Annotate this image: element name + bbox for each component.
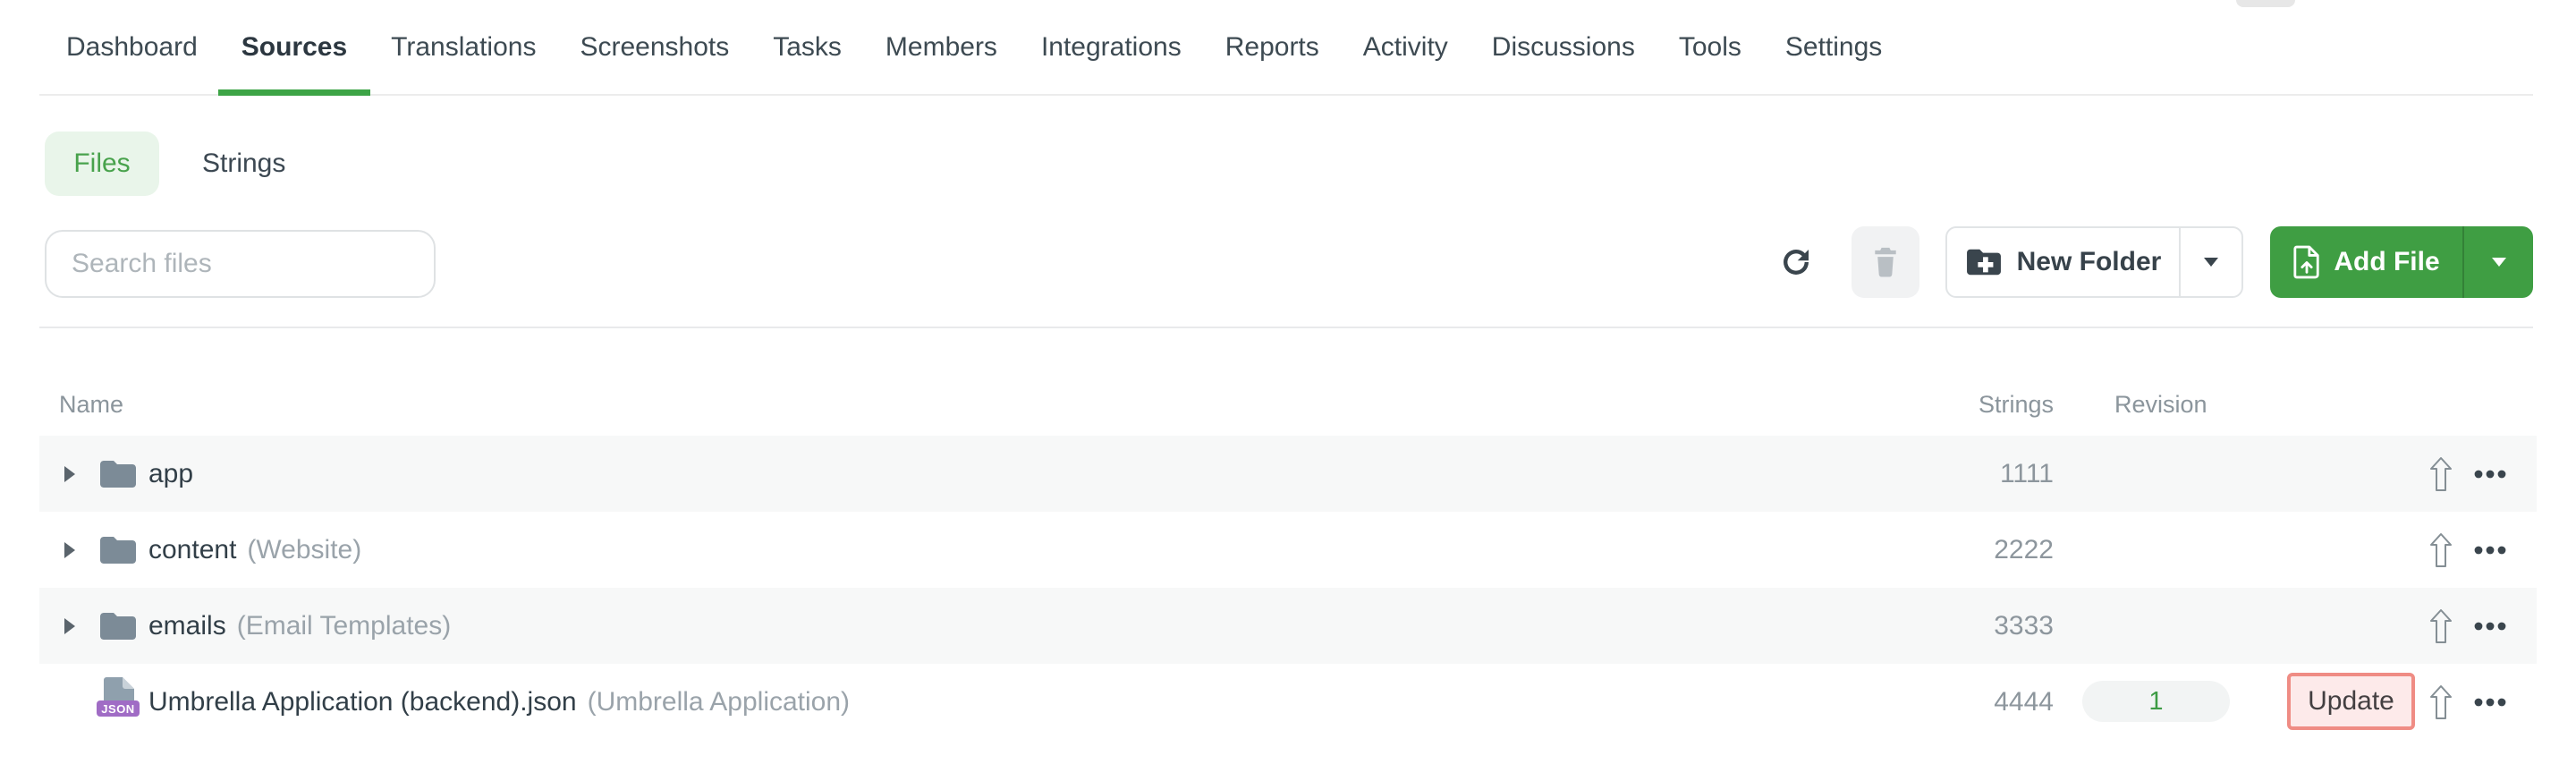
files-table: app 1111 content (Website) 2222 emails (… (39, 436, 2537, 740)
nav-tab-reports[interactable]: Reports (1225, 0, 1319, 94)
view-toggle-strings[interactable]: Strings (202, 132, 285, 196)
json-file-icon: JSON (97, 664, 141, 740)
file-name: Umbrella Application (backend).json (148, 686, 577, 717)
nav-tab-members[interactable]: Members (886, 0, 997, 94)
folder-name: content (148, 534, 237, 565)
table-row-content[interactable]: content (Website) 2222 (39, 512, 2537, 588)
column-header-strings: Strings (1978, 391, 2054, 418)
refresh-button[interactable] (1775, 241, 1818, 284)
new-folder-dropdown[interactable] (2179, 228, 2241, 296)
json-badge: JSON (97, 700, 140, 717)
upload-icon (2430, 532, 2452, 567)
nav-tab-screenshots[interactable]: Screenshots (580, 0, 729, 94)
delete-button-disabled[interactable] (1852, 226, 1919, 298)
nav-tab-discussions[interactable]: Discussions (1492, 0, 1635, 94)
file-upload-icon (2293, 245, 2319, 279)
folder-icon (100, 536, 136, 564)
add-file-dropdown[interactable] (2462, 226, 2533, 298)
ellipsis-icon (2474, 698, 2506, 706)
row-more-button[interactable] (2466, 588, 2514, 664)
upload-icon (2430, 684, 2452, 719)
strings-count: 2222 (1994, 534, 2054, 565)
upload-translations-button[interactable] (2414, 436, 2468, 512)
table-row-emails[interactable]: emails (Email Templates) 3333 (39, 588, 2537, 664)
caret-down-icon (2204, 258, 2218, 267)
column-header-revision: Revision (2114, 391, 2207, 418)
toolbar-divider (39, 327, 2533, 328)
upload-icon (2430, 608, 2452, 643)
upload-translations-button[interactable] (2414, 588, 2468, 664)
folder-icon (100, 612, 136, 640)
row-name: Umbrella Application (backend).json (Umb… (148, 664, 850, 740)
nav-tab-tasks[interactable]: Tasks (773, 0, 842, 94)
row-name: emails (Email Templates) (148, 588, 451, 664)
nav-tab-sources-label: Sources (241, 31, 348, 62)
project-nav: Dashboard Sources Translations Screensho… (39, 0, 2533, 96)
ellipsis-icon (2474, 546, 2506, 554)
upload-translations-button[interactable] (2414, 512, 2468, 588)
sources-files-page: Dashboard Sources Translations Screensho… (0, 0, 2576, 764)
folder-plus-icon (1966, 249, 2001, 276)
folder-note: (Website) (247, 534, 362, 565)
table-row-umbrella-json[interactable]: JSON Umbrella Application (backend).json… (39, 664, 2537, 740)
add-file-button[interactable]: Add File (2270, 226, 2533, 298)
upload-icon (2430, 456, 2452, 491)
new-folder-label: New Folder (2016, 247, 2162, 276)
nav-tab-integrations[interactable]: Integrations (1041, 0, 1182, 94)
nav-tab-settings[interactable]: Settings (1785, 0, 1882, 94)
nav-tab-activity[interactable]: Activity (1363, 0, 1448, 94)
row-more-button[interactable] (2466, 512, 2514, 588)
folder-note: (Email Templates) (236, 610, 452, 641)
row-name: app (148, 436, 204, 512)
update-button[interactable]: Update (2287, 673, 2415, 730)
new-folder-button[interactable]: New Folder (1945, 226, 2243, 298)
column-header-name: Name (59, 391, 124, 418)
folder-name: emails (148, 610, 226, 641)
strings-count: 4444 (1994, 686, 2054, 717)
trash-icon (1875, 247, 1896, 277)
add-file-label: Add File (2334, 247, 2440, 276)
expand-caret-icon[interactable] (64, 541, 75, 558)
strings-count: 1111 (1999, 458, 2054, 488)
row-name: content (Website) (148, 512, 361, 588)
folder-icon (100, 460, 136, 488)
ellipsis-icon (2474, 622, 2506, 630)
nav-tab-translations[interactable]: Translations (391, 0, 536, 94)
nav-tab-sources[interactable]: Sources (217, 0, 371, 96)
nav-tab-tools[interactable]: Tools (1679, 0, 1741, 94)
refresh-icon (1784, 250, 1809, 275)
folder-name: app (148, 458, 194, 488)
strings-count: 3333 (1994, 610, 2054, 641)
row-more-button[interactable] (2466, 436, 2514, 512)
expand-caret-icon[interactable] (64, 465, 75, 482)
upload-translations-button[interactable] (2414, 664, 2468, 740)
search-input[interactable] (45, 230, 436, 298)
expand-caret-icon[interactable] (64, 617, 75, 634)
nav-tab-dashboard[interactable]: Dashboard (66, 0, 198, 94)
cut-off-top-element (2236, 0, 2295, 7)
file-note: (Umbrella Application) (587, 686, 851, 717)
add-file-main[interactable]: Add File (2270, 226, 2462, 298)
view-toggle-files[interactable]: Files (45, 132, 159, 196)
new-folder-main[interactable]: New Folder (1947, 228, 2179, 296)
active-tab-underline (217, 89, 371, 96)
revision-badge[interactable]: 1 (2082, 681, 2230, 722)
caret-down-icon (2491, 258, 2506, 267)
row-more-button[interactable] (2466, 664, 2514, 740)
table-row-app[interactable]: app 1111 (39, 436, 2537, 512)
ellipsis-icon (2474, 470, 2506, 478)
